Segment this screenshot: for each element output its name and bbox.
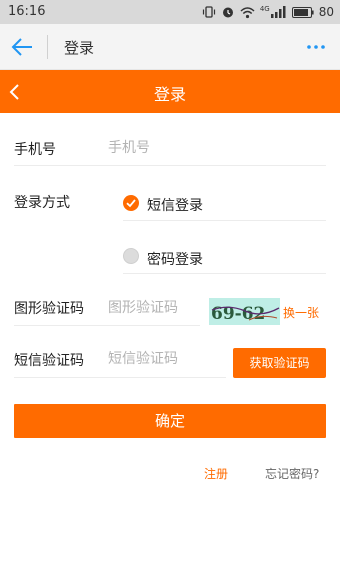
phone-label: 手机号: [14, 142, 56, 158]
signal-icon: 4G: [260, 6, 287, 18]
status-bar: 16:16 4G 80: [0, 0, 340, 24]
sms-code-input[interactable]: 短信验证码: [108, 348, 178, 368]
network-type: 4G: [259, 5, 270, 13]
phone-divider: [14, 165, 326, 166]
confirm-button[interactable]: 确定: [14, 404, 326, 438]
radio-password-login[interactable]: [123, 248, 139, 264]
status-icons: 4G 80: [202, 4, 334, 20]
password-login-divider: [123, 273, 326, 274]
app-bar-title: 登录: [64, 39, 95, 57]
phone-input[interactable]: 手机号: [108, 137, 150, 157]
back-arrow-icon[interactable]: [10, 36, 34, 58]
sms-code-divider: [14, 377, 226, 378]
captcha-image[interactable]: 69-62: [209, 298, 280, 325]
more-icon[interactable]: [306, 38, 326, 56]
get-sms-code-button[interactable]: 获取验证码: [233, 348, 326, 378]
alarm-icon: [222, 7, 233, 18]
check-icon: [126, 199, 136, 208]
image-captcha-input[interactable]: 图形验证码: [108, 297, 178, 317]
battery-icon: [291, 6, 314, 18]
sms-login-divider: [123, 220, 326, 221]
image-captcha-label: 图形验证码: [14, 301, 84, 317]
page-header: 登录: [0, 70, 340, 113]
sms-login-label[interactable]: 短信登录: [147, 195, 203, 215]
image-captcha-divider: [14, 325, 200, 326]
battery-level: 80: [318, 5, 334, 19]
captcha-refresh-link[interactable]: 换一张: [283, 304, 319, 321]
vibrate-icon: [202, 6, 215, 18]
login-method-label: 登录方式: [14, 195, 70, 211]
page-title: 登录: [153, 85, 186, 104]
radio-sms-login[interactable]: [123, 195, 139, 211]
register-link[interactable]: 注册: [204, 465, 228, 482]
password-login-label[interactable]: 密码登录: [147, 249, 203, 269]
app-bar-divider: [47, 35, 48, 59]
wifi-icon: [240, 6, 255, 18]
app-bar: 登录: [0, 24, 340, 70]
status-time: 16:16: [8, 4, 46, 19]
sms-code-label: 短信验证码: [14, 353, 84, 369]
forgot-password-link[interactable]: 忘记密码?: [265, 465, 319, 482]
